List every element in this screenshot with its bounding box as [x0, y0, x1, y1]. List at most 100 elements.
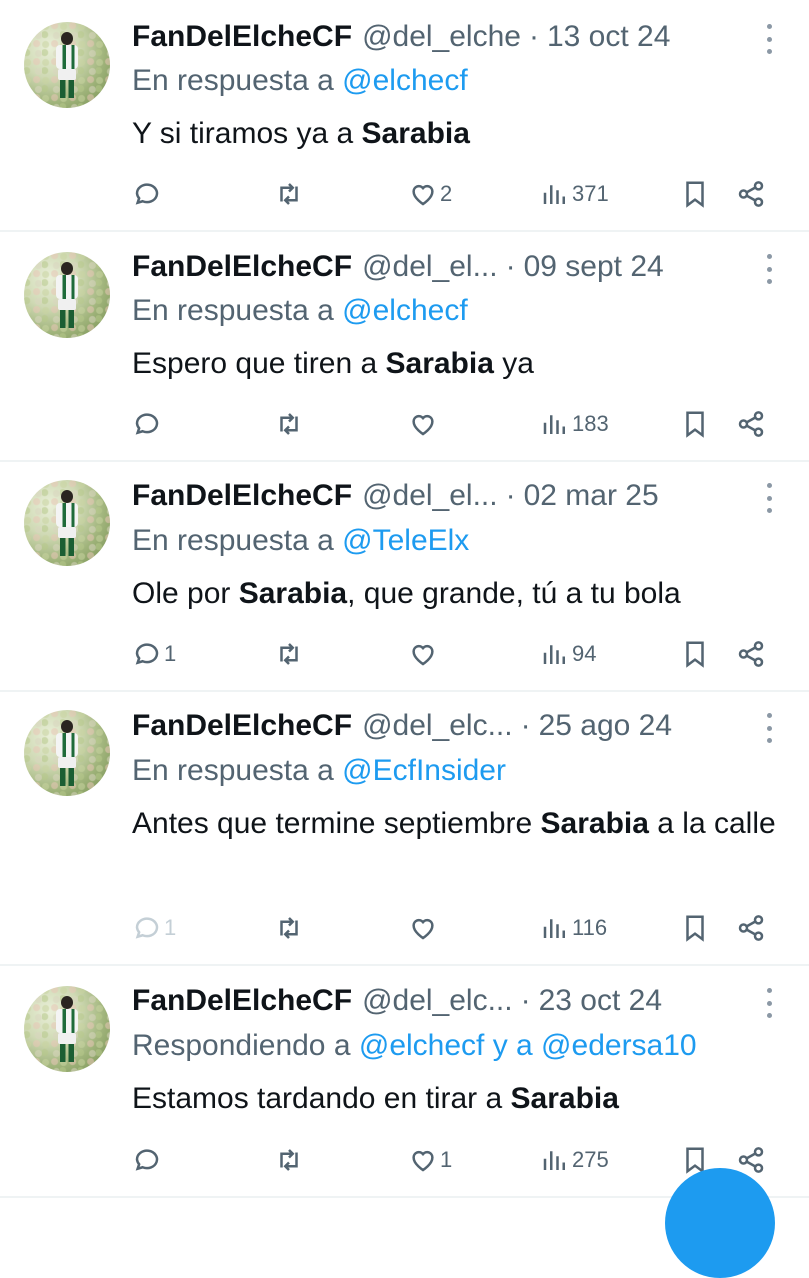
views-chart-icon: [543, 645, 565, 664]
tweet[interactable]: FanDelElcheCF @del_el... · 02 mar 25 En …: [0, 462, 809, 692]
action-bar: 1 116: [132, 908, 782, 948]
separator-dot: ·: [505, 250, 516, 283]
display-name[interactable]: FanDelElcheCF: [132, 20, 352, 54]
reply-button[interactable]: [132, 1140, 164, 1180]
tweet-text-part: Ole por: [132, 577, 239, 610]
tweet-text: Y si tiramos ya a Sarabia: [132, 112, 792, 156]
view-count: 116: [572, 915, 608, 940]
views-button[interactable]: 116: [540, 908, 607, 948]
tweet[interactable]: FanDelElcheCF @del_elc... · 23 oct 24 Re…: [0, 966, 809, 1198]
tweet-date[interactable]: 02 mar 25: [524, 479, 659, 513]
action-bar: 1 94: [132, 634, 782, 674]
like-button[interactable]: [408, 634, 440, 674]
tweet-date[interactable]: 23 oct 24: [539, 984, 662, 1018]
like-button[interactable]: 1: [408, 1140, 452, 1180]
bookmark-button[interactable]: [680, 634, 710, 674]
avatar[interactable]: [24, 252, 110, 338]
heart-icon: [412, 184, 434, 206]
reply-button[interactable]: [132, 404, 164, 444]
more-dots-icon[interactable]: [765, 713, 773, 743]
user-handle[interactable]: @del_el...: [362, 479, 498, 513]
reply-context: En respuesta a @elchecf: [132, 294, 468, 328]
view-count: 371: [572, 181, 609, 206]
tweet-text-part: Y si tiramos ya a: [132, 117, 362, 150]
tweet-date[interactable]: 09 sept 24: [524, 250, 664, 284]
retweet-button[interactable]: [274, 634, 306, 674]
views-button[interactable]: 371: [540, 174, 609, 214]
tweet-date[interactable]: 13 oct 24: [547, 20, 670, 54]
retweet-button[interactable]: [274, 404, 306, 444]
reply-bubble-icon: [135, 1149, 159, 1171]
action-bar: 2 371: [132, 174, 782, 214]
user-handle[interactable]: @del_elche: [362, 20, 521, 54]
display-name[interactable]: FanDelElcheCF: [132, 709, 352, 743]
reply-target-link[interactable]: @TeleElx: [342, 524, 469, 557]
reply-bubble-icon: [135, 183, 159, 205]
retweet-button[interactable]: [274, 174, 306, 214]
reply-context: En respuesta a @elchecf: [132, 64, 468, 98]
tweet-text-bold: Sarabia: [510, 1082, 619, 1115]
bookmark-icon: [686, 181, 704, 208]
reply-target-link[interactable]: @elchecf: [342, 294, 468, 327]
tweet-text-bold: Sarabia: [540, 807, 649, 840]
bookmark-button[interactable]: [680, 174, 710, 214]
tweet-text: Estamos tardando en tirar a Sarabia: [132, 1077, 792, 1121]
avatar[interactable]: [24, 22, 110, 108]
reply-target-link[interactable]: @elchecf y a @edersa10: [359, 1029, 697, 1062]
tweet-date[interactable]: 25 ago 24: [539, 709, 672, 743]
avatar[interactable]: [24, 986, 110, 1072]
tweet-text: Antes que termine septiembre Sarabia a l…: [132, 802, 792, 846]
separator-dot: ·: [520, 709, 531, 742]
more-dots-icon[interactable]: [765, 483, 773, 513]
tweet[interactable]: FanDelElcheCF @del_elche · 13 oct 24 En …: [0, 0, 809, 232]
reply-context: En respuesta a @EcfInsider: [132, 754, 506, 788]
retweet-icon: [280, 917, 298, 939]
like-button[interactable]: [408, 908, 440, 948]
user-handle[interactable]: @del_elc...: [362, 984, 513, 1018]
avatar[interactable]: [24, 710, 110, 796]
tweet[interactable]: FanDelElcheCF @del_elc... · 25 ago 24 En…: [0, 692, 809, 966]
user-handle[interactable]: @del_el...: [362, 250, 498, 284]
tweet-text-bold: Sarabia: [361, 117, 470, 150]
more-dots-icon[interactable]: [765, 24, 773, 54]
user-handle[interactable]: @del_elc...: [362, 709, 513, 743]
like-button[interactable]: 2: [408, 174, 452, 214]
reply-button[interactable]: 1: [132, 908, 176, 948]
display-name[interactable]: FanDelElcheCF: [132, 479, 352, 513]
retweet-button[interactable]: [274, 1140, 306, 1180]
reply-prefix: Respondiendo a: [132, 1029, 351, 1062]
like-count: 2: [440, 181, 453, 206]
share-button[interactable]: [736, 404, 766, 444]
bookmark-button[interactable]: [680, 908, 710, 948]
reply-prefix: En respuesta a: [132, 754, 334, 787]
avatar[interactable]: [24, 480, 110, 566]
tweet-text-part: a la calle: [648, 807, 776, 840]
views-button[interactable]: 183: [540, 404, 609, 444]
action-bar: 1 275: [132, 1140, 782, 1180]
more-dots-icon[interactable]: [765, 254, 773, 284]
tweet-header: FanDelElcheCF @del_el... · 02 mar 25: [132, 476, 769, 516]
views-button[interactable]: 275: [540, 1140, 609, 1180]
compose-fab-button[interactable]: [665, 1168, 775, 1278]
tweet-text-part: Estamos tardando en tirar a: [132, 1082, 511, 1115]
reply-button[interactable]: 1: [132, 634, 176, 674]
more-dots-icon[interactable]: [765, 988, 773, 1018]
share-icon: [738, 915, 764, 941]
tweet-text-part: , que grande, tú a tu bola: [347, 577, 681, 610]
share-button[interactable]: [736, 634, 766, 674]
views-button[interactable]: 94: [540, 634, 596, 674]
share-button[interactable]: [736, 174, 766, 214]
tweet[interactable]: FanDelElcheCF @del_el... · 09 sept 24 En…: [0, 232, 809, 462]
share-button[interactable]: [736, 908, 766, 948]
reply-count: 1: [164, 641, 177, 666]
reply-target-link[interactable]: @EcfInsider: [342, 754, 506, 787]
bookmark-button[interactable]: [680, 404, 710, 444]
like-button[interactable]: [408, 404, 440, 444]
reply-target-link[interactable]: @elchecf: [342, 64, 468, 97]
display-name[interactable]: FanDelElcheCF: [132, 984, 352, 1018]
tweet-header: FanDelElcheCF @del_elche · 13 oct 24: [132, 17, 769, 57]
retweet-button[interactable]: [274, 908, 306, 948]
reply-button[interactable]: [132, 174, 164, 214]
view-count: 183: [572, 411, 609, 436]
display-name[interactable]: FanDelElcheCF: [132, 250, 352, 284]
